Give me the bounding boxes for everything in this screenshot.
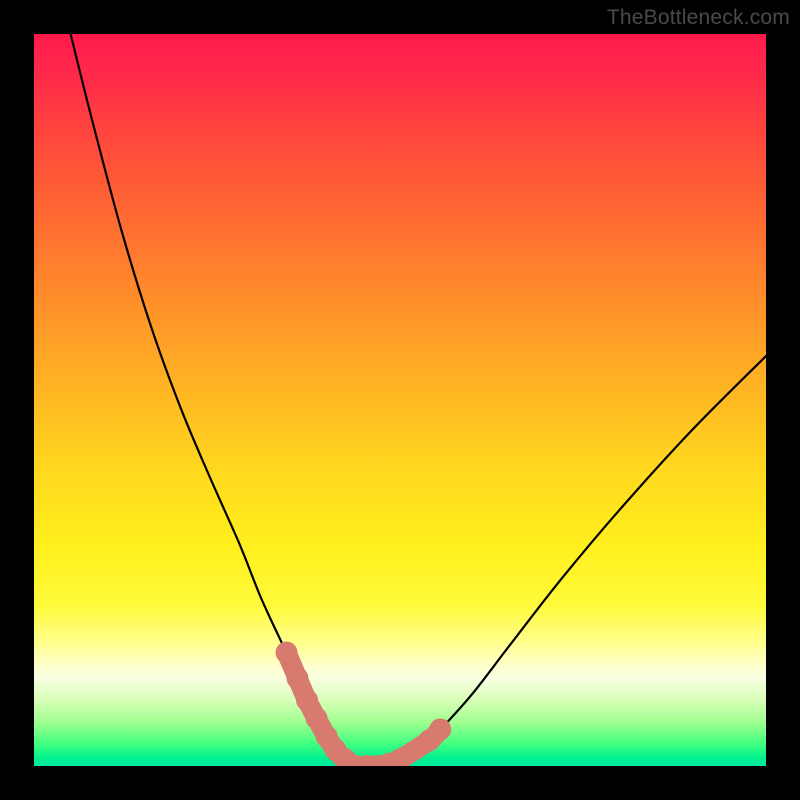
curve-path bbox=[71, 34, 766, 766]
highlight-dot bbox=[276, 642, 298, 664]
highlight-dot bbox=[334, 748, 356, 766]
highlight-dot bbox=[389, 748, 411, 766]
highlight-dot bbox=[325, 739, 347, 761]
plot-area bbox=[34, 34, 766, 766]
highlight-dot bbox=[378, 753, 400, 766]
highlight-dot bbox=[429, 718, 451, 740]
bottleneck-curve bbox=[34, 34, 766, 766]
watermark-text: TheBottleneck.com bbox=[607, 6, 790, 30]
highlight-dot bbox=[356, 755, 378, 766]
chart-frame: TheBottleneck.com bbox=[0, 0, 800, 800]
highlight-dot bbox=[316, 726, 338, 748]
highlight-dot bbox=[345, 755, 367, 766]
highlight-segment bbox=[287, 653, 441, 766]
highlight-dot bbox=[367, 755, 389, 766]
highlight-dot bbox=[418, 729, 440, 751]
highlight-dot bbox=[306, 707, 328, 729]
highlight-dot bbox=[287, 667, 309, 689]
highlight-dot bbox=[296, 689, 318, 711]
